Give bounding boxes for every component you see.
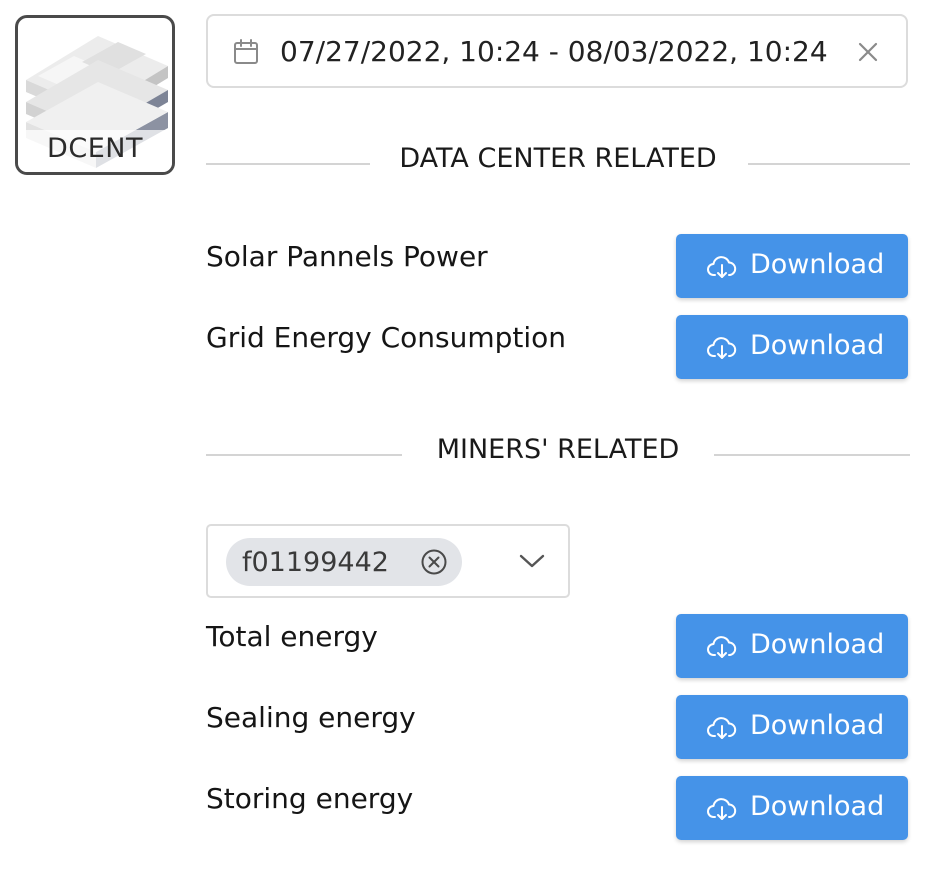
download-button-storing-energy[interactable]: Download [676, 776, 908, 840]
download-button-label: Download [750, 710, 885, 741]
download-button-label: Download [750, 249, 885, 280]
download-button-solar-panels-power[interactable]: Download [676, 234, 908, 298]
section-divider-miners: MINERS' RELATED [206, 434, 910, 474]
section-title-miners: MINERS' RELATED [436, 434, 680, 465]
miner-select[interactable]: f01199442 [206, 524, 570, 598]
divider-line [714, 454, 910, 456]
cloud-download-icon [707, 636, 737, 658]
date-range-value[interactable]: 07/27/2022, 10:24 - 08/03/2022, 10:24 [280, 35, 828, 68]
app-logo[interactable]: DCENT [15, 15, 175, 175]
row-label-storing-energy: Storing energy [206, 782, 414, 815]
logo-label: DCENT [47, 133, 143, 164]
chevron-down-icon[interactable] [518, 552, 546, 570]
download-button-grid-energy-consumption[interactable]: Download [676, 315, 908, 379]
download-button-total-energy[interactable]: Download [676, 614, 908, 678]
row-label-sealing-energy: Sealing energy [206, 701, 416, 734]
download-button-label: Download [750, 791, 885, 822]
cloud-download-icon [707, 337, 737, 359]
row-label-total-energy: Total energy [206, 620, 378, 653]
divider-line [748, 163, 910, 165]
selected-miner-tag[interactable]: f01199442 [226, 538, 462, 586]
date-range-picker[interactable]: 07/27/2022, 10:24 - 08/03/2022, 10:24 [206, 14, 908, 88]
download-button-sealing-energy[interactable]: Download [676, 695, 908, 759]
row-label-solar-panels-power: Solar Pannels Power [206, 240, 488, 273]
section-title-data-center: DATA CENTER RELATED [399, 143, 717, 174]
cloud-download-icon [707, 798, 737, 820]
selected-miner-id: f01199442 [242, 547, 389, 578]
circle-x-icon[interactable] [420, 548, 448, 576]
section-divider-data-center: DATA CENTER RELATED [206, 143, 910, 183]
cloud-download-icon [707, 256, 737, 278]
calendar-icon [234, 39, 258, 64]
download-button-label: Download [750, 330, 885, 361]
download-button-label: Download [750, 629, 885, 660]
cloud-download-icon [707, 717, 737, 739]
row-label-grid-energy-consumption: Grid Energy Consumption [206, 321, 567, 354]
close-icon[interactable] [856, 40, 880, 64]
